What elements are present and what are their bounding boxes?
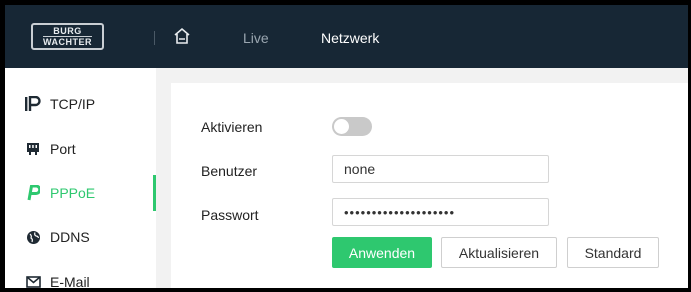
standard-button[interactable]: Standard	[567, 237, 659, 268]
sidebar: TCP/IP Port PPPoE DDNS E-Mail	[5, 68, 156, 288]
sidebar-item-pppoe[interactable]: PPPoE	[5, 171, 156, 215]
sidebar-item-label: E-Mail	[50, 274, 90, 288]
logo-line-1: BURG	[53, 25, 82, 36]
burg-wachter-logo[interactable]: BURG WACHTER	[31, 23, 104, 50]
header-divider	[154, 31, 155, 45]
sidebar-item-label: Port	[50, 141, 76, 157]
app-window: BURG WACHTER Live Netzwerk TCP/IP Port P	[5, 5, 688, 288]
sidebar-item-email[interactable]: E-Mail	[5, 260, 156, 288]
home-icon[interactable]	[173, 27, 191, 45]
port-icon	[22, 142, 44, 156]
top-navigation-bar: BURG WACHTER Live Netzwerk	[5, 5, 688, 68]
passwort-label: Passwort	[201, 207, 259, 223]
nav-live[interactable]: Live	[243, 30, 269, 46]
pppoe-settings-panel: Aktivieren Benutzer none Passwort ••••••…	[171, 83, 688, 288]
sidebar-item-label: DDNS	[50, 229, 90, 245]
sidebar-item-port[interactable]: Port	[5, 127, 156, 171]
aktivieren-toggle[interactable]	[332, 117, 372, 136]
aktualisieren-button[interactable]: Aktualisieren	[441, 237, 557, 268]
toggle-knob	[334, 119, 349, 134]
ip-icon	[22, 96, 44, 112]
anwenden-button[interactable]: Anwenden	[332, 237, 432, 268]
sidebar-item-label: PPPoE	[50, 185, 96, 201]
ddns-icon	[22, 230, 44, 245]
sidebar-item-ddns[interactable]: DDNS	[5, 215, 156, 259]
logo-line-2: WACHTER	[43, 35, 92, 47]
sidebar-item-tcpip[interactable]: TCP/IP	[5, 82, 156, 126]
passwort-input[interactable]: ••••••••••••••••••••	[332, 198, 549, 226]
benutzer-label: Benutzer	[201, 163, 258, 179]
active-indicator	[153, 175, 156, 211]
aktivieren-label: Aktivieren	[201, 119, 263, 135]
sidebar-item-label: TCP/IP	[50, 96, 96, 112]
benutzer-input[interactable]: none	[332, 155, 549, 183]
pppoe-icon	[22, 185, 44, 201]
mail-icon	[22, 276, 44, 288]
nav-netzwerk[interactable]: Netzwerk	[321, 30, 379, 46]
